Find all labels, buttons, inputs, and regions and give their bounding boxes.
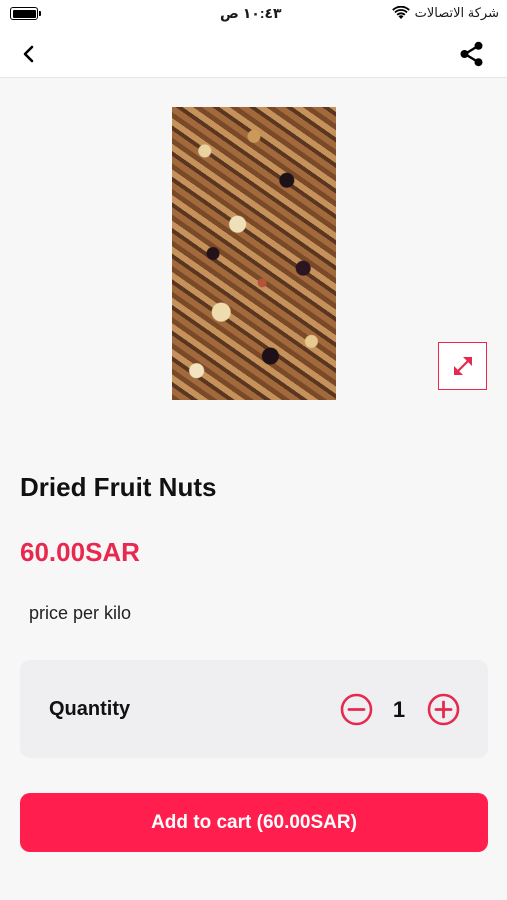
share-button[interactable] [457,39,487,69]
product-price: 60.00SAR [20,537,140,567]
nav-bar [0,30,507,78]
quantity-card: Quantity 1 [20,660,488,758]
expand-image-button[interactable] [438,342,487,390]
minus-circle-icon[interactable] [340,693,373,726]
status-time: ١٠:٤٣ ص [220,5,282,21]
status-bar: ١٠:٤٣ ص شركة الاتصالات [0,0,507,30]
product-image[interactable] [172,107,336,400]
quantity-value: 1 [392,697,406,722]
chevron-left-icon [23,45,34,63]
plus-circle-icon[interactable] [427,693,460,726]
quantity-label: Quantity [49,698,131,720]
price-unit-note: price per kilo [29,603,132,623]
add-to-cart-button[interactable]: Add to cart (60.00SAR) [20,793,488,852]
expand-icon [453,357,472,375]
share-icon [460,41,483,67]
carrier-name: شركة الاتصالات [414,5,499,20]
carrier-group: شركة الاتصالات [391,5,499,21]
product-title: Dried Fruit Nuts [20,472,217,502]
back-button[interactable] [14,40,44,68]
battery-icon [10,7,41,20]
wifi-icon [391,6,410,19]
